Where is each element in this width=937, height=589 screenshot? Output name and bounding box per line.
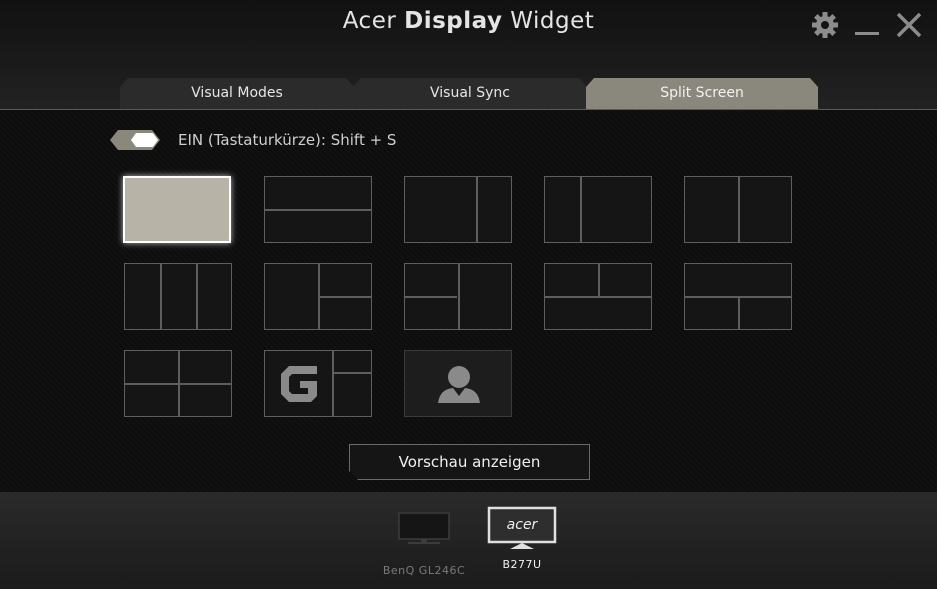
layout-left-two-plus-right[interactable]: [404, 263, 512, 330]
title-bold: Display: [404, 8, 503, 34]
gear-icon[interactable]: [809, 9, 841, 41]
layout-top-bottom[interactable]: [264, 176, 372, 243]
title-prefix: Acer: [342, 8, 397, 34]
layout-full[interactable]: [123, 176, 231, 243]
monitor-acer[interactable]: acer B277U: [484, 506, 560, 571]
toggle-knob: [131, 133, 158, 147]
layout-top-plus-bottom-two[interactable]: [684, 263, 792, 330]
acer-monitor-icon: acer: [487, 506, 557, 549]
g-icon: [281, 366, 317, 402]
layout-left-right[interactable]: [684, 176, 792, 243]
minimize-icon[interactable]: [851, 9, 883, 41]
monitor-benq[interactable]: BenQ GL246C: [376, 510, 472, 577]
close-icon[interactable]: [893, 9, 925, 41]
monitor-bar: BenQ GL246C acer B277U: [0, 492, 937, 589]
tab-split-screen[interactable]: Split Screen: [586, 78, 818, 109]
split-screen-toggle-row: EIN (Tastaturkürze): Shift + S: [110, 130, 396, 150]
monitor-icon: [398, 512, 450, 544]
layout-gaming-g[interactable]: [264, 350, 372, 417]
tab-visual-modes[interactable]: Visual Modes: [120, 78, 354, 109]
user-icon: [438, 366, 480, 403]
tab-visual-sync[interactable]: Visual Sync: [353, 78, 587, 109]
monitor-label-acer: B277U: [502, 558, 542, 571]
layout-three-columns[interactable]: [124, 263, 232, 330]
layout-user-profile[interactable]: [404, 350, 512, 417]
title-suffix: Widget: [510, 8, 595, 34]
layout-left-narrow-right-wide[interactable]: [544, 176, 652, 243]
toggle-label: EIN (Tastaturkürze): Shift + S: [178, 131, 397, 149]
monitor-label-benq: BenQ GL246C: [382, 564, 466, 577]
acer-logo: acer: [507, 517, 539, 533]
preview-button[interactable]: Vorschau anzeigen: [349, 444, 590, 480]
layout-left-plus-right-two[interactable]: [264, 263, 372, 330]
layout-top-two-plus-bottom[interactable]: [544, 263, 652, 330]
layout-left-wide-right-narrow[interactable]: [404, 176, 512, 243]
tab-bar: Visual Modes Visual Sync Split Screen: [120, 78, 820, 109]
split-screen-toggle[interactable]: [110, 130, 160, 150]
layout-quad[interactable]: [124, 350, 232, 417]
app-title: Acer Display Widget: [0, 8, 937, 34]
